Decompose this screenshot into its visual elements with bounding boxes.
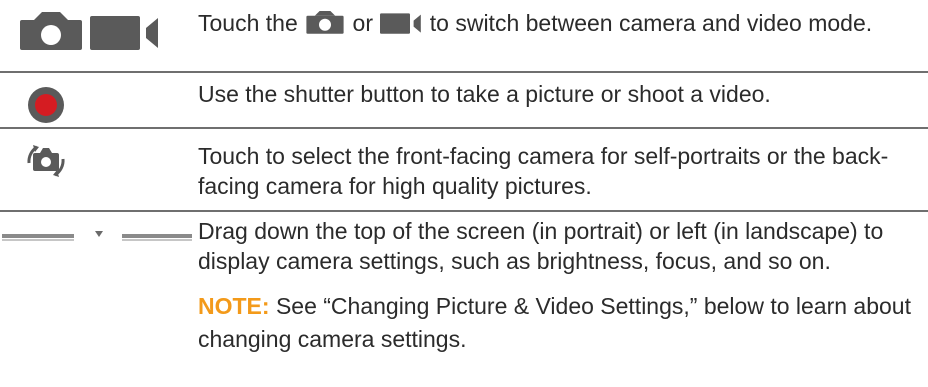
text-switch-mode: to switch between camera and video mode. (429, 10, 873, 36)
note-text: See “Changing Picture & Video Settings,”… (198, 293, 911, 352)
note-paragraph: NOTE: See “Changing Picture & Video Sett… (198, 290, 918, 356)
video-mode-icon (90, 16, 158, 50)
row-text: Drag down the top of the screen (in port… (198, 216, 918, 356)
text-touch-the: Touch the (198, 10, 298, 36)
settings-drag-handle-icon (2, 231, 192, 241)
icon-cell (0, 10, 196, 50)
video-mode-icon (380, 13, 422, 34)
row-camera-settings: Drag down the top of the screen (in port… (0, 212, 928, 387)
row-shutter-button: Use the shutter button to take a picture… (0, 73, 928, 125)
note-label: NOTE: (198, 293, 270, 319)
icon-cell (0, 141, 196, 181)
row-text: Touch the or to switch between camera an… (198, 8, 918, 38)
row-switch-camera: Touch to select the front-facing camera … (0, 129, 928, 209)
camera-mode-icon (20, 12, 82, 50)
row-text: Use the shutter button to take a picture… (198, 79, 918, 109)
row-camera-video-mode: Touch the or to switch between camera an… (0, 0, 928, 70)
icon-cell (0, 222, 196, 252)
shutter-button-icon (28, 87, 64, 123)
row-text: Touch to select the front-facing camera … (198, 141, 918, 201)
camera-mode-icon (306, 11, 344, 34)
shutter-description: Use the shutter button to take a picture… (198, 81, 771, 107)
settings-description: Drag down the top of the screen (in port… (198, 218, 884, 274)
icon-cell (0, 81, 196, 123)
text-or: or (352, 10, 373, 36)
switch-camera-icon (27, 145, 65, 177)
switch-camera-description: Touch to select the front-facing camera … (198, 143, 889, 199)
